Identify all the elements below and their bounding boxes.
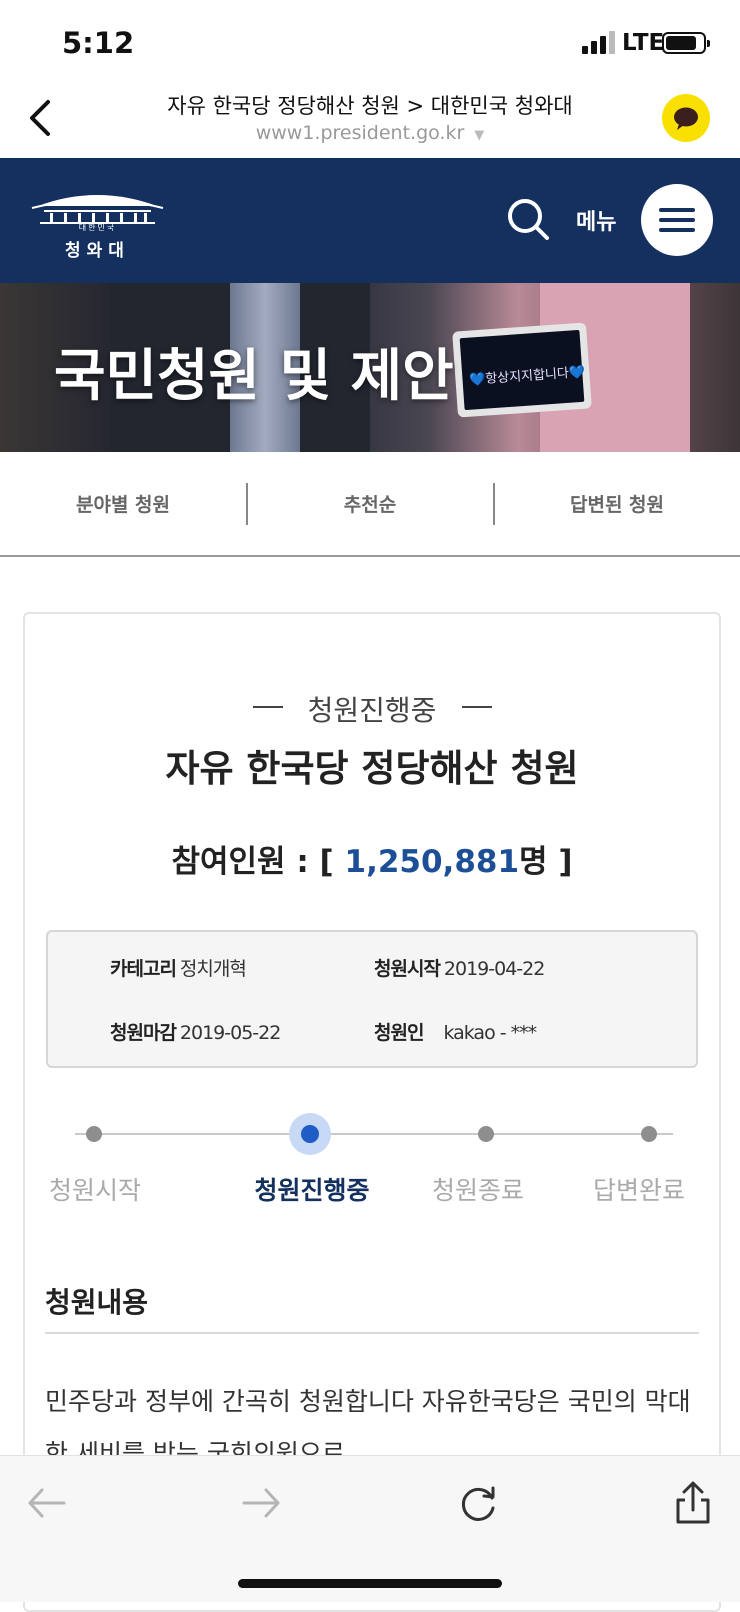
info-category-value: 정치개혁: [179, 958, 247, 980]
tab-category-petitions[interactable]: 분야별 청원: [0, 490, 246, 517]
progress-track: [75, 1133, 673, 1135]
hamburger-menu-button[interactable]: [641, 184, 713, 256]
step-in-progress: 청원진행중: [254, 1176, 370, 1205]
browser-url[interactable]: www1.president.go.kr ▼: [100, 122, 640, 144]
reload-icon[interactable]: [456, 1480, 502, 1526]
participants-label: 참여인원 : [: [171, 844, 334, 880]
progress-dot-active: [301, 1125, 319, 1143]
info-petitioner: 청원인 kakao - ***: [374, 1018, 537, 1045]
info-start-value: 2019-04-22: [443, 958, 545, 980]
hamburger-line: [659, 208, 695, 212]
search-icon[interactable]: [505, 196, 551, 242]
info-category-label: 카테고리: [110, 958, 177, 980]
menu-label[interactable]: 메뉴: [576, 204, 616, 236]
info-petitioner-value: kakao - ***: [443, 1022, 537, 1044]
browser-url-bar: 자유 한국당 정당해산 청원 > 대한민국 청와대 www1.president…: [0, 80, 740, 158]
step-start: 청원시작: [48, 1176, 141, 1205]
info-end: 청원마감 2019-05-22: [110, 1018, 281, 1045]
browser-page-title[interactable]: 자유 한국당 정당해산 청원 > 대한민국 청와대: [100, 90, 640, 120]
logo-name: 청와대: [65, 241, 130, 261]
status-bar: 5:12 LTE: [0, 0, 740, 80]
home-indicator[interactable]: [238, 1579, 502, 1588]
step-ended: 청원종료: [431, 1176, 524, 1205]
battery-icon: [662, 32, 710, 54]
signal-icon: [582, 30, 622, 54]
participants-count: 참여인원 : [ 1,250,881명 ]: [25, 836, 719, 881]
progress-dot-ended: [478, 1126, 494, 1142]
status-time: 5:12: [62, 26, 135, 60]
network-type: LTE: [622, 30, 665, 56]
status-dash-right: [462, 706, 492, 708]
info-end-label: 청원마감: [110, 1022, 177, 1044]
petition-content-heading: 청원내용: [45, 1286, 149, 1319]
progress-dot-answered: [641, 1126, 657, 1142]
tab-recommended[interactable]: 추천순: [247, 490, 493, 517]
back-arrow-icon[interactable]: [24, 1480, 70, 1526]
forward-arrow-icon[interactable]: [238, 1480, 284, 1526]
url-text: www1.president.go.kr: [255, 122, 465, 144]
hamburger-line: [659, 228, 695, 232]
petition-status: 청원진행중: [307, 694, 437, 727]
petition-info-box: 카테고리 정치개혁 청원시작 2019-04-22 청원마감 2019-05-22 청…: [46, 930, 698, 1068]
kakao-talk-icon[interactable]: [662, 94, 710, 142]
info-start-label: 청원시작: [374, 958, 441, 980]
info-petitioner-label: 청원인: [374, 1022, 424, 1044]
step-answered: 답변완료: [592, 1176, 685, 1205]
hamburger-line: [659, 218, 695, 222]
petition-title: 자유 한국당 정당해산 청원: [165, 747, 579, 790]
info-end-value: 2019-05-22: [179, 1022, 281, 1044]
petition-tabs: 분야별 청원 추천순 답변된 청원: [0, 452, 740, 557]
tab-answered-petitions[interactable]: 답변된 청원: [494, 490, 740, 517]
participants-number: 1,250,881: [344, 844, 520, 880]
share-icon[interactable]: [670, 1480, 716, 1526]
info-category: 카테고리 정치개혁: [110, 954, 247, 981]
dropdown-caret-icon: ▼: [474, 128, 485, 143]
hero-banner: 💙항상지지합니다💙 국민청원 및 제안: [0, 283, 740, 452]
progress-dot-start: [86, 1126, 102, 1142]
content-divider: [45, 1332, 699, 1334]
logo-subtitle: 대한민국: [78, 223, 117, 232]
info-start: 청원시작 2019-04-22: [374, 954, 545, 981]
site-header: 대한민국 청와대 메뉴: [0, 158, 740, 283]
banner-title: 국민청원 및 제안: [54, 344, 454, 409]
back-chevron-icon[interactable]: [26, 98, 56, 138]
participants-unit: 명 ]: [519, 844, 573, 880]
